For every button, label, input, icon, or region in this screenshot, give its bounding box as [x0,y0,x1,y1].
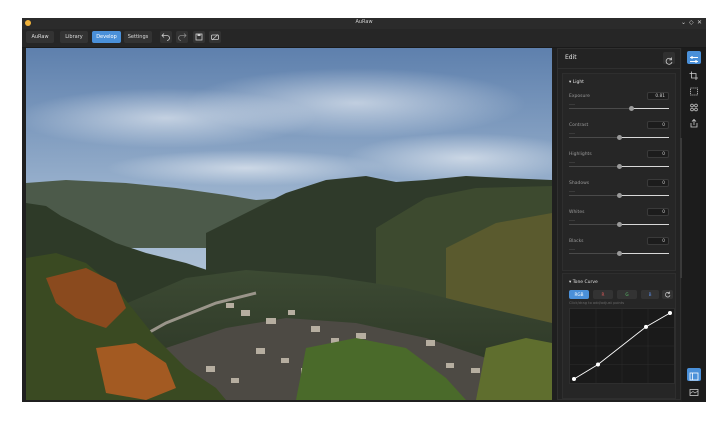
title-bar: AuRaw ⌄ ◇ ✕ [22,18,706,29]
slider-value-blacks[interactable]: 0 [647,237,669,245]
tab-auraw[interactable]: AuRaw [26,31,54,43]
slider-value-highlights[interactable]: 0 [647,150,669,158]
channel-r-button[interactable]: R [593,290,613,299]
tone-curve-section: ▾ Tone Curve RGB R G B Click/drag to add… [562,273,676,399]
slider-label-exposure: Exposure [569,94,590,99]
save-icon[interactable] [193,31,205,43]
curve-point[interactable] [596,362,600,367]
slider-thumb[interactable] [616,193,622,198]
crop-icon[interactable] [687,67,701,80]
slider-value-whites[interactable]: 0 [647,208,669,216]
slider-label-contrast: Contrast [569,123,589,128]
slider-fill [569,108,669,110]
slider-stub [569,104,575,105]
curve-hint: Click/drag to add/adjust points [569,301,625,305]
app-window: AuRaw ⌄ ◇ ✕ AuRaw Library Develop Settin… [22,18,706,402]
redo-icon[interactable] [176,31,188,43]
slider-stub [569,191,575,192]
slider-value-shadows[interactable]: 0 [647,179,669,187]
slider-highlights[interactable] [569,164,669,169]
photo-canvas[interactable] [26,48,552,400]
filmstrip-icon[interactable] [687,384,701,397]
tone-curve-editor[interactable] [569,308,675,384]
export-icon[interactable] [687,115,701,128]
slider-exposure[interactable] [569,106,669,111]
toolbar: AuRaw Library Develop Settings [22,29,706,48]
compare-icon[interactable] [209,31,221,43]
slider-stub [569,220,575,221]
presets-icon[interactable] [687,99,701,112]
channel-selector: RGB R G B [569,290,673,299]
light-section: ▾ Light Exposure 0.81 Contrast 0 Highlights 0… [562,73,676,271]
slider-stub [569,249,575,250]
slider-contrast[interactable] [569,135,669,140]
tool-rail [682,48,706,402]
minimize-icon[interactable]: ⌄ [681,19,686,27]
slider-label-highlights: Highlights [569,152,592,157]
landscape-photo [26,48,552,400]
slider-blacks[interactable] [569,251,669,256]
tab-develop[interactable]: Develop [92,31,121,43]
channel-b-button[interactable]: B [641,290,659,299]
curve-point[interactable] [572,377,576,381]
slider-thumb[interactable] [616,135,622,140]
maximize-icon[interactable]: ◇ [689,19,694,27]
channel-g-button[interactable]: G [617,290,637,299]
panel-title: Edit [565,54,577,61]
slider-value-contrast[interactable]: 0 [647,121,669,129]
slider-thumb[interactable] [628,106,634,111]
slider-label-whites: Whites [569,210,585,215]
curve-graph [570,309,674,383]
undo-icon[interactable] [160,31,172,43]
slider-thumb[interactable] [616,251,622,256]
light-section-title[interactable]: ▾ Light [569,80,584,85]
panel-header: Edit [558,49,680,69]
close-icon[interactable]: ✕ [697,19,702,27]
slider-label-shadows: Shadows [569,181,590,186]
tab-settings[interactable]: Settings [124,31,152,43]
edit-panel: Edit ▾ Light Exposure 0.81 Contrast 0 Highli… [557,48,681,400]
slider-whites[interactable] [569,222,669,227]
channel-rgb-button[interactable]: RGB [569,290,589,299]
curve-point[interactable] [668,311,672,315]
slider-thumb[interactable] [616,222,622,227]
slider-label-blacks: Blacks [569,239,584,244]
slider-value-exposure[interactable]: 0.81 [647,92,669,100]
tab-library[interactable]: Library [60,31,88,43]
window-title: AuRaw [355,19,373,25]
reset-icon [665,57,673,65]
mask-icon[interactable] [687,83,701,96]
tone-curve-title[interactable]: ▾ Tone Curve [569,280,598,285]
adjustments-icon[interactable] [687,51,701,64]
reset-button[interactable] [663,52,675,65]
slider-shadows[interactable] [569,193,669,198]
panel-toggle-icon[interactable] [687,368,701,381]
curve-point[interactable] [644,324,648,329]
slider-stub [569,133,575,134]
curve-reset-button[interactable] [662,290,673,299]
slider-stub [569,162,575,163]
slider-thumb[interactable] [616,164,622,169]
reset-icon [665,291,671,298]
